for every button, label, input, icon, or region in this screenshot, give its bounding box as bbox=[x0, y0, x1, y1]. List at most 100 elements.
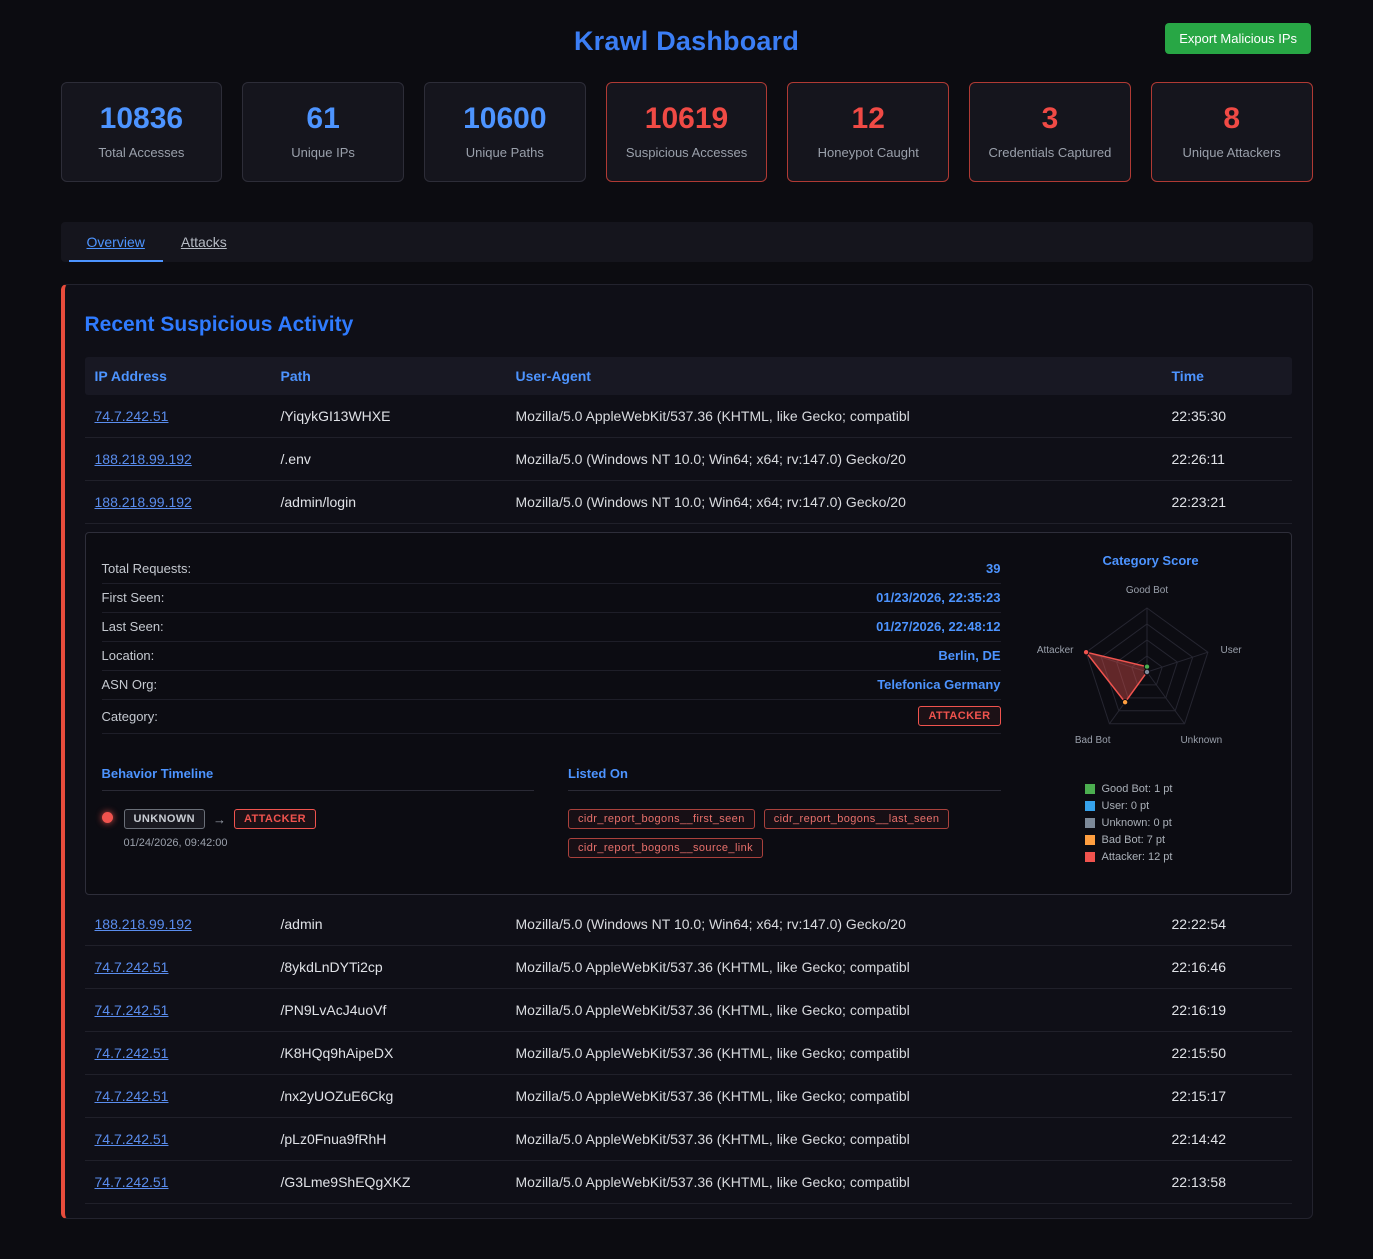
stat-value: 3 bbox=[978, 102, 1122, 136]
behavior-timeline-title: Behavior Timeline bbox=[102, 766, 535, 781]
legend-item: Unknown: 0 pt bbox=[1085, 817, 1275, 829]
stat-card: 10600 Unique Paths bbox=[424, 82, 586, 182]
timeline-badges: UNKNOWN → ATTACKER bbox=[124, 809, 317, 829]
stat-label: Suspicious Accesses bbox=[615, 145, 759, 160]
row-path: /admin bbox=[281, 916, 516, 932]
timeline-dot-icon bbox=[102, 812, 113, 823]
row-ip-link[interactable]: 74.7.242.51 bbox=[95, 1131, 169, 1147]
row-user-agent: Mozilla/5.0 AppleWebKit/537.36 (KHTML, l… bbox=[516, 408, 1172, 424]
row-ip-link[interactable]: 74.7.242.51 bbox=[95, 1174, 169, 1190]
main-container: 10836 Total Accesses 61 Unique IPs 10600… bbox=[61, 82, 1313, 1219]
svg-text:User: User bbox=[1220, 645, 1242, 656]
table-header-row: IP Address Path User-Agent Time bbox=[85, 357, 1292, 395]
table-row[interactable]: 74.7.242.51 /PN9LvAcJ4uoVf Mozilla/5.0 A… bbox=[85, 989, 1292, 1032]
row-ip-link[interactable]: 74.7.242.51 bbox=[95, 1002, 169, 1018]
row-ip-link[interactable]: 188.218.99.192 bbox=[95, 451, 192, 467]
row-time: 22:26:11 bbox=[1172, 451, 1282, 467]
legend-item: Bad Bot: 7 pt bbox=[1085, 834, 1275, 846]
ip-detail-panel: Total Requests: 39 First Seen: 01/23/202… bbox=[85, 532, 1292, 895]
listed-on-section: Listed On cidr_report_bogons__first_seen… bbox=[568, 766, 1001, 858]
tab-attacks[interactable]: Attacks bbox=[163, 222, 245, 262]
radar-chart: Good BotUserUnknownBad BotAttacker bbox=[1027, 570, 1267, 770]
listed-on-badge[interactable]: cidr_report_bogons__first_seen bbox=[568, 809, 755, 829]
detail-field-label: ASN Org: bbox=[102, 677, 158, 692]
stat-value: 10600 bbox=[433, 102, 577, 136]
row-user-agent: Mozilla/5.0 (Windows NT 10.0; Win64; x64… bbox=[516, 916, 1172, 932]
legend-swatch bbox=[1085, 835, 1095, 845]
legend-label: Unknown: 0 pt bbox=[1102, 817, 1172, 829]
stat-value: 10836 bbox=[70, 102, 214, 136]
detail-field-row: Last Seen: 01/27/2026, 22:48:12 bbox=[102, 613, 1001, 642]
activity-panel: Recent Suspicious Activity IP Address Pa… bbox=[61, 284, 1313, 1219]
timeline-content: UNKNOWN → ATTACKER 01/24/2026, 09:42:00 bbox=[124, 809, 317, 849]
detail-field-row: Location: Berlin, DE bbox=[102, 642, 1001, 671]
detail-field-row: Total Requests: 39 bbox=[102, 555, 1001, 584]
detail-field-label: Last Seen: bbox=[102, 619, 164, 634]
category-score-panel: Category Score Good BotUserUnknownBad Bo… bbox=[1027, 549, 1275, 868]
legend-swatch bbox=[1085, 818, 1095, 828]
detail-field-row: ASN Org: Telefonica Germany bbox=[102, 671, 1001, 700]
ip-detail-fields: Total Requests: 39 First Seen: 01/23/202… bbox=[102, 555, 1001, 700]
legend-label: Attacker: 12 pt bbox=[1102, 851, 1173, 863]
row-ip-link[interactable]: 74.7.242.51 bbox=[95, 1088, 169, 1104]
table-row[interactable]: 74.7.242.51 /8ykdLnDYTi2cp Mozilla/5.0 A… bbox=[85, 946, 1292, 989]
table-row[interactable]: 74.7.242.51 /G3Lme9ShEQgXKZ Mozilla/5.0 … bbox=[85, 1161, 1292, 1204]
row-time: 22:13:58 bbox=[1172, 1174, 1282, 1190]
svg-text:Bad Bot: Bad Bot bbox=[1074, 735, 1110, 746]
listed-on-badge[interactable]: cidr_report_bogons__last_seen bbox=[764, 809, 950, 829]
category-badge: ATTACKER bbox=[918, 706, 1000, 726]
listed-on-badge[interactable]: cidr_report_bogons__source_link bbox=[568, 838, 763, 858]
stat-value: 10619 bbox=[615, 102, 759, 136]
listed-on-badges: cidr_report_bogons__first_seen cidr_repor… bbox=[568, 809, 1001, 858]
table-row[interactable]: 74.7.242.51 /nx2yUOZuE6Ckg Mozilla/5.0 A… bbox=[85, 1075, 1292, 1118]
timeline-item: UNKNOWN → ATTACKER 01/24/2026, 09:42:00 bbox=[102, 809, 535, 849]
timeline-from-badge: UNKNOWN bbox=[124, 809, 205, 829]
stat-value: 61 bbox=[251, 102, 395, 136]
stat-value: 12 bbox=[796, 102, 940, 136]
table-row[interactable]: 188.218.99.192 /admin/login Mozilla/5.0 … bbox=[85, 481, 1292, 524]
stat-value: 8 bbox=[1160, 102, 1304, 136]
table-row[interactable]: 188.218.99.192 /.env Mozilla/5.0 (Window… bbox=[85, 438, 1292, 481]
table-row[interactable]: 74.7.242.51 /K8HQq9hAipeDX Mozilla/5.0 A… bbox=[85, 1032, 1292, 1075]
stat-label: Unique Attackers bbox=[1160, 145, 1304, 160]
legend-item: User: 0 pt bbox=[1085, 800, 1275, 812]
row-user-agent: Mozilla/5.0 (Windows NT 10.0; Win64; x64… bbox=[516, 494, 1172, 510]
svg-text:Attacker: Attacker bbox=[1036, 645, 1073, 656]
row-path: /admin/login bbox=[281, 494, 516, 510]
detail-field-label: Location: bbox=[102, 648, 155, 663]
row-user-agent: Mozilla/5.0 AppleWebKit/537.36 (KHTML, l… bbox=[516, 1088, 1172, 1104]
page-title: Krawl Dashboard bbox=[574, 26, 799, 57]
row-path: /YiqykGI13WHXE bbox=[281, 408, 516, 424]
detail-sections: Behavior Timeline UNKNOWN → ATTACKER bbox=[102, 766, 1001, 858]
legend-item: Attacker: 12 pt bbox=[1085, 851, 1275, 863]
row-time: 22:22:54 bbox=[1172, 916, 1282, 932]
export-malicious-ips-button[interactable]: Export Malicious IPs bbox=[1165, 23, 1311, 54]
row-ip-link[interactable]: 188.218.99.192 bbox=[95, 916, 192, 932]
listed-on-title: Listed On bbox=[568, 766, 1001, 781]
tabs-bar: Overview Attacks bbox=[61, 222, 1313, 262]
timeline-timestamp: 01/24/2026, 09:42:00 bbox=[124, 837, 317, 849]
row-path: /G3Lme9ShEQgXKZ bbox=[281, 1174, 516, 1190]
row-path: /K8HQq9hAipeDX bbox=[281, 1045, 516, 1061]
stat-card: 10836 Total Accesses bbox=[61, 82, 223, 182]
row-path: /PN9LvAcJ4uoVf bbox=[281, 1002, 516, 1018]
detail-field-value: 01/23/2026, 22:35:23 bbox=[876, 590, 1000, 605]
table-row[interactable]: 188.218.99.192 /admin Mozilla/5.0 (Windo… bbox=[85, 903, 1292, 946]
row-ip-link[interactable]: 188.218.99.192 bbox=[95, 494, 192, 510]
table-row[interactable]: 74.7.242.51 /pLz0Fnua9fRhH Mozilla/5.0 A… bbox=[85, 1118, 1292, 1161]
row-path: /.env bbox=[281, 451, 516, 467]
row-ip-link[interactable]: 74.7.242.51 bbox=[95, 1045, 169, 1061]
row-ip-link[interactable]: 74.7.242.51 bbox=[95, 959, 169, 975]
stat-card: 12 Honeypot Caught bbox=[787, 82, 949, 182]
row-time: 22:35:30 bbox=[1172, 408, 1282, 424]
row-user-agent: Mozilla/5.0 AppleWebKit/537.36 (KHTML, l… bbox=[516, 1174, 1172, 1190]
row-ip-link[interactable]: 74.7.242.51 bbox=[95, 408, 169, 424]
row-time: 22:15:50 bbox=[1172, 1045, 1282, 1061]
tab-overview[interactable]: Overview bbox=[69, 222, 163, 262]
table-row[interactable]: 74.7.242.51 /YiqykGI13WHXE Mozilla/5.0 A… bbox=[85, 395, 1292, 438]
chart-legend: Good Bot: 1 pt User: 0 pt Unknown: 0 pt … bbox=[1085, 783, 1275, 863]
row-time: 22:14:42 bbox=[1172, 1131, 1282, 1147]
row-user-agent: Mozilla/5.0 AppleWebKit/537.36 (KHTML, l… bbox=[516, 959, 1172, 975]
stat-card: 10619 Suspicious Accesses bbox=[606, 82, 768, 182]
panel-title: Recent Suspicious Activity bbox=[85, 313, 1292, 337]
